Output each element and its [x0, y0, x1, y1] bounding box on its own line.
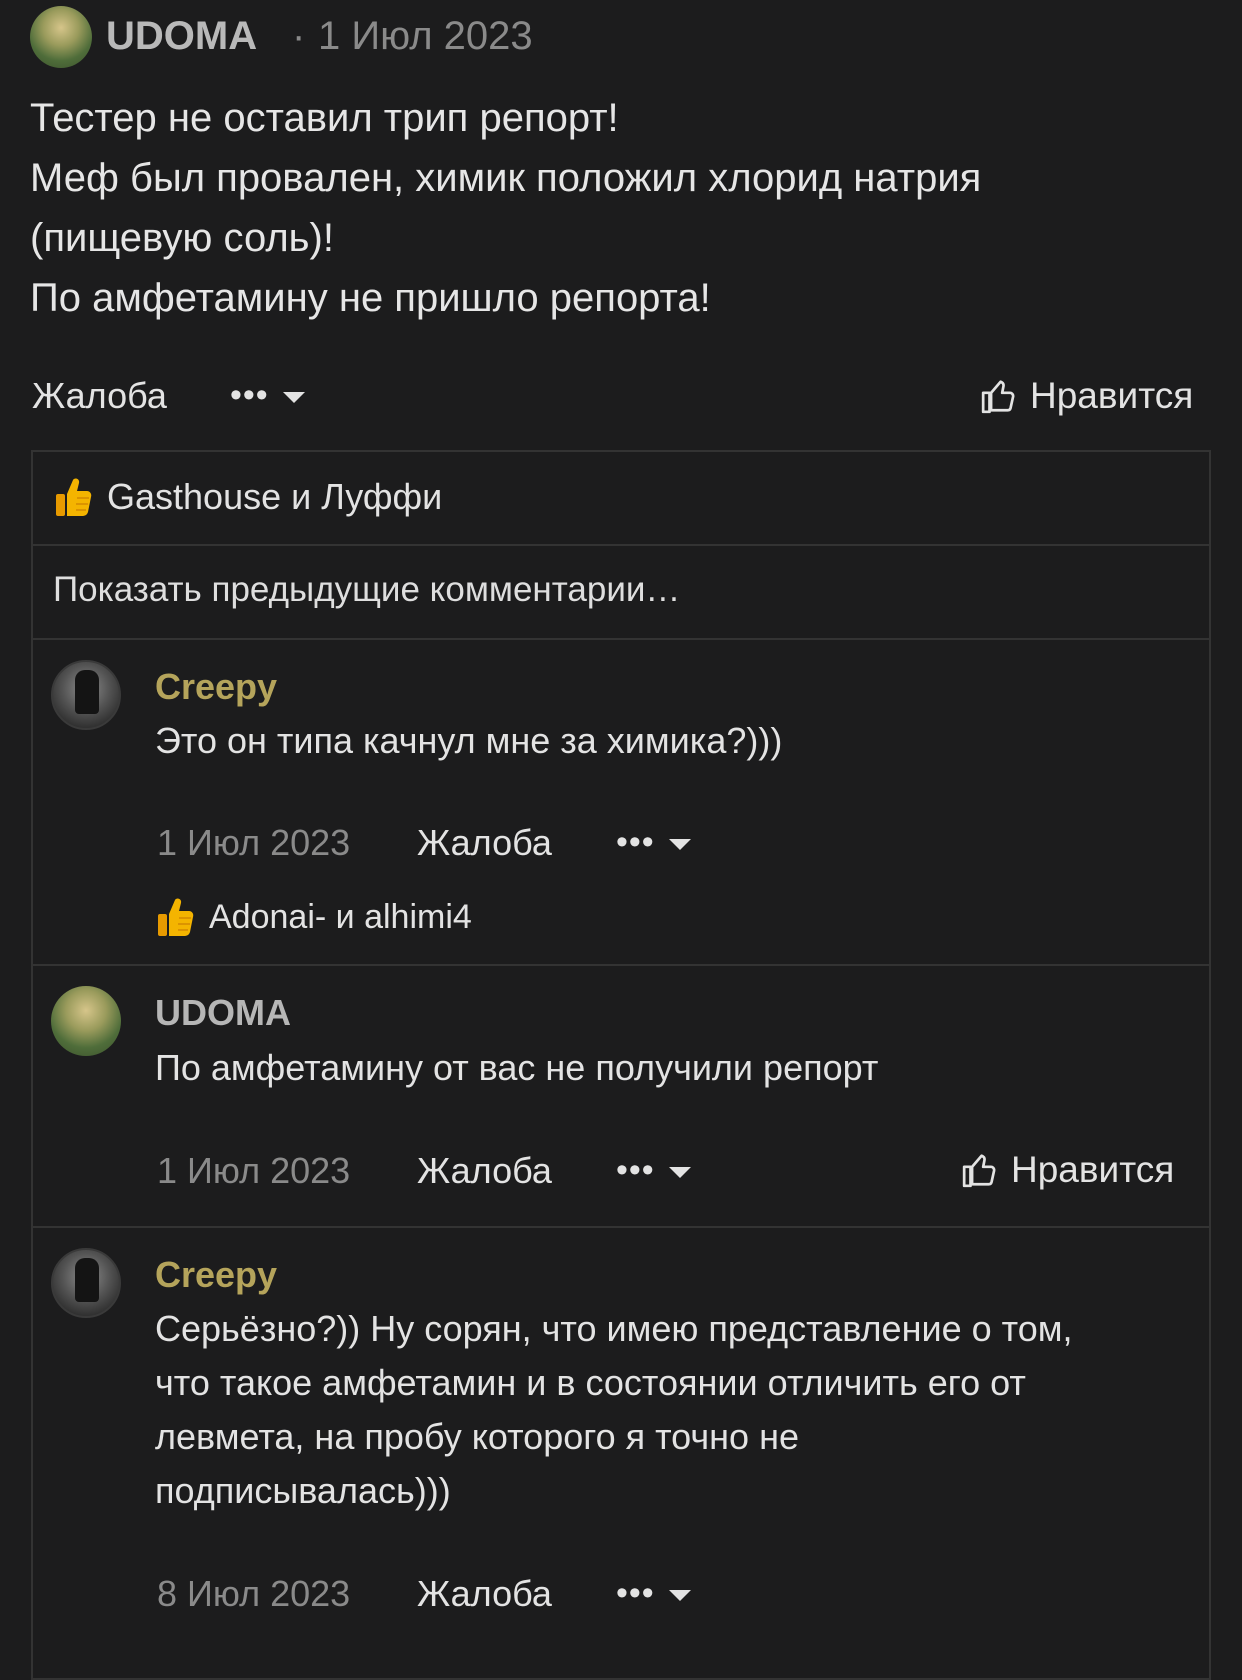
- post-more-menu[interactable]: •••: [230, 376, 269, 415]
- comment-reactions-text[interactable]: Adonai- и alhimi4: [209, 898, 472, 937]
- comments-container: Gasthouse и Луффи Показать предыдущие ко…: [31, 450, 1211, 1680]
- comment-line: По амфетамину от вас не получили репорт: [155, 1047, 879, 1088]
- comment-more-menu[interactable]: •••: [616, 823, 655, 862]
- divider: [33, 1226, 1209, 1228]
- comment-author-name[interactable]: Creepy: [155, 1254, 277, 1296]
- comment-report-link[interactable]: Жалоба: [417, 822, 552, 864]
- post-line: (пищевую соль)!: [30, 216, 334, 260]
- post-line: Меф был провален, химик положил хлорид н…: [30, 156, 982, 200]
- comment-text: По амфетамину от вас не получили репорт: [155, 1041, 1185, 1095]
- comment-report-link[interactable]: Жалоба: [417, 1573, 552, 1615]
- chevron-down-icon[interactable]: [669, 1590, 691, 1601]
- comment-line: подписывалась))): [155, 1470, 451, 1511]
- divider: [33, 544, 1209, 546]
- comment-text: Серьёзно?)) Ну сорян, что имею представл…: [155, 1302, 1195, 1518]
- post-body: Тестер не оставил трип репорт! Меф был п…: [30, 88, 1210, 328]
- thumbs-up-outline-icon: [962, 1154, 996, 1188]
- thumbs-up-emoji-icon: [56, 478, 92, 516]
- post-like-label: Нравится: [1030, 375, 1194, 416]
- comment-more-menu[interactable]: •••: [616, 1574, 655, 1613]
- post-line: Тестер не оставил трип репорт!: [30, 96, 619, 140]
- comment-author-name[interactable]: Creepy: [155, 666, 277, 708]
- divider: [33, 964, 1209, 966]
- post-report-link[interactable]: Жалоба: [32, 375, 167, 417]
- comment-like-button[interactable]: Нравится: [961, 1146, 1174, 1194]
- divider: [33, 638, 1209, 640]
- comment-author-avatar[interactable]: [51, 986, 121, 1056]
- comment-like-label: Нравится: [1011, 1149, 1175, 1190]
- comment-author-avatar[interactable]: [51, 660, 121, 730]
- post-reactions-text[interactable]: Gasthouse и Луффи: [107, 476, 442, 518]
- comment-date[interactable]: 8 Июл 2023: [157, 1573, 350, 1615]
- comment-report-link[interactable]: Жалоба: [417, 1150, 552, 1192]
- comment-reactions[interactable]: Adonai- и alhimi4: [155, 896, 472, 938]
- comment-text: Это он типа качнул мне за химика?))): [155, 714, 1185, 768]
- comment-line: что такое амфетамин и в состоянии отличи…: [155, 1362, 1026, 1403]
- comment-author-name[interactable]: UDOMA: [155, 992, 291, 1034]
- comment-date[interactable]: 1 Июл 2023: [157, 822, 350, 864]
- comment-line: Это он типа качнул мне за химика?))): [155, 720, 783, 761]
- post-author-avatar[interactable]: [30, 6, 92, 68]
- chevron-down-icon[interactable]: [283, 392, 305, 403]
- post-date[interactable]: 1 Июл 2023: [318, 14, 533, 59]
- comment-more-menu[interactable]: •••: [616, 1151, 655, 1190]
- post-line: По амфетамину не пришло репорта!: [30, 276, 711, 320]
- thumbs-up-emoji-icon: [158, 898, 194, 936]
- comment-line: Серьёзно?)) Ну сорян, что имею представл…: [155, 1308, 1073, 1349]
- post-separator: ·: [292, 14, 306, 58]
- post-like-button[interactable]: Нравится: [980, 372, 1193, 420]
- show-previous-comments-link[interactable]: Показать предыдущие комментарии…: [53, 570, 680, 610]
- comment-date[interactable]: 1 Июл 2023: [157, 1150, 350, 1192]
- comment-author-avatar[interactable]: [51, 1248, 121, 1318]
- thumbs-up-outline-icon: [981, 380, 1015, 414]
- post-author-name[interactable]: UDOMA: [106, 14, 257, 59]
- chevron-down-icon[interactable]: [669, 1167, 691, 1178]
- chevron-down-icon[interactable]: [669, 839, 691, 850]
- post-reactions[interactable]: Gasthouse и Луффи: [53, 476, 442, 518]
- comment-line: левмета, на пробу которого я точно не: [155, 1416, 799, 1457]
